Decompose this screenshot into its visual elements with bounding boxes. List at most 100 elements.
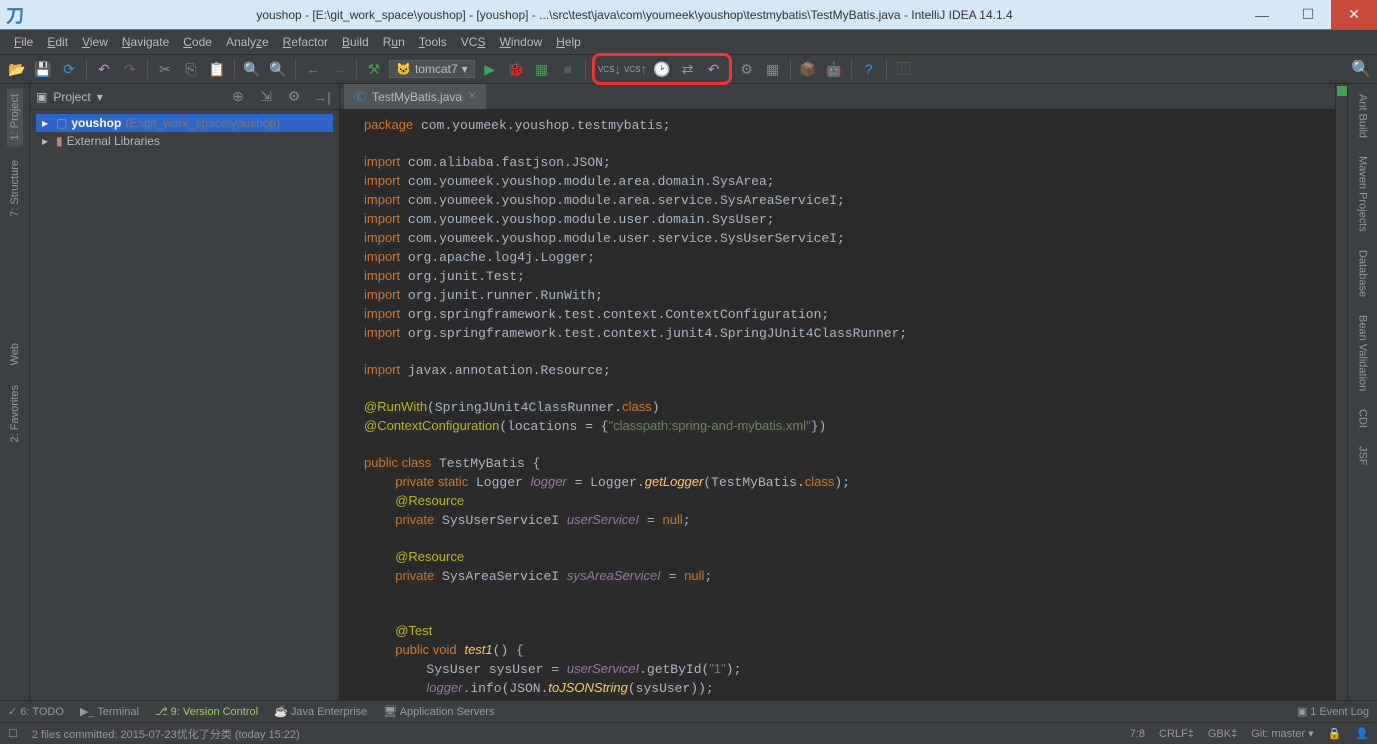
build-icon[interactable]: ⚒	[363, 58, 385, 80]
left-tool-stripe: 1: Project 7: Structure Web 2: Favorites	[0, 84, 30, 700]
forward-icon[interactable]: →	[328, 58, 350, 80]
tool-ant[interactable]: Ant Build	[1355, 88, 1371, 144]
hide-icon[interactable]: →|	[311, 86, 333, 108]
menu-code[interactable]: Code	[177, 33, 218, 51]
lock-icon[interactable]: 🔒	[1328, 727, 1342, 740]
statusbar: ☐ 2 files committed: 2015-07-23优化了分类 (to…	[0, 722, 1377, 744]
coverage-icon[interactable]: ▦	[531, 58, 553, 80]
copy-icon[interactable]: ⎘	[180, 58, 202, 80]
tab-close-icon[interactable]: ✕	[468, 91, 476, 102]
tab-filename: TestMyBatis.java	[372, 90, 462, 104]
tool-todo[interactable]: ✓ 6: TODO	[8, 705, 64, 718]
expand-icon[interactable]: ▸	[38, 116, 52, 130]
line-ending[interactable]: CRLF‡	[1159, 728, 1194, 740]
vcs-update-icon[interactable]: VCS↓	[599, 58, 621, 80]
maximize-button[interactable]: ☐	[1285, 0, 1331, 30]
menu-navigate[interactable]: Navigate	[116, 33, 175, 51]
code-editor[interactable]: package com.youmeek.youshop.testmybatis;…	[340, 110, 1335, 700]
menu-edit[interactable]: Edit	[41, 33, 74, 51]
menu-run[interactable]: Run	[377, 33, 411, 51]
main-toolbar: 📂 💾 ⟳ ↶ ↷ ✂ ⎘ 📋 🔍 🔍 ← → ⚒ 🐱 tomcat7 ▾ ▶ …	[0, 54, 1377, 84]
separator	[790, 59, 791, 79]
menu-file[interactable]: File	[8, 33, 39, 51]
separator	[147, 59, 148, 79]
cursor-position[interactable]: 7:8	[1130, 728, 1145, 740]
sync-icon[interactable]: ⟳	[58, 58, 80, 80]
redo-icon[interactable]: ↷	[119, 58, 141, 80]
stop-icon[interactable]: ■	[557, 58, 579, 80]
tool-version-control[interactable]: ⎇ 9: Version Control	[155, 705, 258, 718]
tool-favorites[interactable]: 2: Favorites	[7, 379, 23, 448]
tool-app-servers[interactable]: 🖥 Application Servers	[383, 705, 494, 718]
dropdown-icon[interactable]: ▾	[97, 90, 103, 104]
separator	[356, 59, 357, 79]
project-structure-icon[interactable]: ▦	[762, 58, 784, 80]
encoding[interactable]: GBK‡	[1208, 728, 1237, 740]
target-icon[interactable]: ⊕	[227, 86, 249, 108]
menu-window[interactable]: Window	[493, 33, 548, 51]
right-tool-stripe: Ant Build Maven Projects Database Bean V…	[1347, 84, 1377, 700]
search-everywhere-icon[interactable]: 🔍	[1351, 59, 1371, 79]
cut-icon[interactable]: ✂	[154, 58, 176, 80]
replace-icon[interactable]: 🔍	[267, 58, 289, 80]
vcs-highlighted-group: VCS↓ VCS↑ 🕑 ⇄ ↶	[592, 53, 732, 85]
tool-structure[interactable]: 7: Structure	[7, 154, 23, 223]
menu-vcs[interactable]: VCS	[455, 33, 492, 51]
vcs-commit-icon[interactable]: VCS↑	[625, 58, 647, 80]
tool-terminal[interactable]: ▶_ Terminal	[80, 705, 139, 718]
separator	[851, 59, 852, 79]
project-name: youshop	[71, 116, 121, 130]
open-icon[interactable]: 📂	[6, 58, 28, 80]
menu-tools[interactable]: Tools	[413, 33, 453, 51]
project-tree[interactable]: ▸ ▢ youshop (E:\git_work_space\youshop) …	[30, 110, 339, 154]
close-button[interactable]: ✕	[1331, 0, 1377, 30]
debug-icon[interactable]: 🐞	[505, 58, 527, 80]
external-libs-label: External Libraries	[67, 134, 160, 148]
hector-icon[interactable]: 👤	[1355, 727, 1369, 740]
external-libraries-node[interactable]: ▸ ▮ External Libraries	[36, 132, 333, 150]
save-icon[interactable]: 💾	[32, 58, 54, 80]
folder-icon: ▢	[56, 116, 67, 130]
tool-java-enterprise[interactable]: ☕ Java Enterprise	[274, 705, 367, 718]
tool-cdi[interactable]: CDI	[1355, 403, 1371, 434]
menu-help[interactable]: Help	[550, 33, 587, 51]
menu-build[interactable]: Build	[336, 33, 375, 51]
tool-jsf[interactable]: JSF	[1355, 440, 1371, 472]
vcs-revert-icon[interactable]: ↶	[703, 58, 725, 80]
git-branch[interactable]: Git: master ▾	[1251, 727, 1313, 740]
minimize-button[interactable]: —	[1239, 0, 1285, 30]
bottom-tool-stripe: ✓ 6: TODO ▶_ Terminal ⎇ 9: Version Contr…	[0, 700, 1377, 722]
menu-view[interactable]: View	[76, 33, 114, 51]
event-log-button[interactable]: ▣ 1 Event Log	[1297, 705, 1369, 718]
vcs-diff-icon[interactable]: ⇄	[677, 58, 699, 80]
vcs-history-icon[interactable]: 🕑	[651, 58, 673, 80]
app-logo-icon: 刀	[0, 2, 30, 28]
paste-icon[interactable]: 📋	[206, 58, 228, 80]
run-icon[interactable]: ▶	[479, 58, 501, 80]
tool-maven[interactable]: Maven Projects	[1355, 150, 1371, 238]
back-icon[interactable]: ←	[302, 58, 324, 80]
tool-database[interactable]: Database	[1355, 244, 1371, 303]
menu-analyze[interactable]: Analyze	[220, 33, 275, 51]
tool-bean[interactable]: Bean Validation	[1355, 309, 1371, 397]
tool-web[interactable]: Web	[7, 337, 23, 371]
run-configuration-dropdown[interactable]: 🐱 tomcat7 ▾	[389, 60, 475, 78]
separator	[886, 59, 887, 79]
separator	[295, 59, 296, 79]
expand-icon[interactable]: ▸	[38, 134, 52, 148]
collapse-icon[interactable]: ⇲	[255, 86, 277, 108]
find-icon[interactable]: 🔍	[241, 58, 263, 80]
error-stripe[interactable]	[1335, 84, 1347, 700]
sdk-icon[interactable]: 📦	[797, 58, 819, 80]
undo-icon[interactable]: ↶	[93, 58, 115, 80]
extra-icon[interactable]: ⿲	[893, 58, 915, 80]
tool-project[interactable]: 1: Project	[7, 88, 23, 146]
project-root-node[interactable]: ▸ ▢ youshop (E:\git_work_space\youshop)	[36, 114, 333, 132]
settings-icon[interactable]: ⚙	[736, 58, 758, 80]
libraries-icon: ▮	[56, 134, 63, 148]
menu-refactor[interactable]: Refactor	[277, 33, 334, 51]
help-icon[interactable]: ?	[858, 58, 880, 80]
editor-tab[interactable]: Ⓒ TestMyBatis.java ✕	[344, 83, 486, 109]
android-icon[interactable]: 🤖	[823, 58, 845, 80]
gear-icon[interactable]: ⚙	[283, 86, 305, 108]
